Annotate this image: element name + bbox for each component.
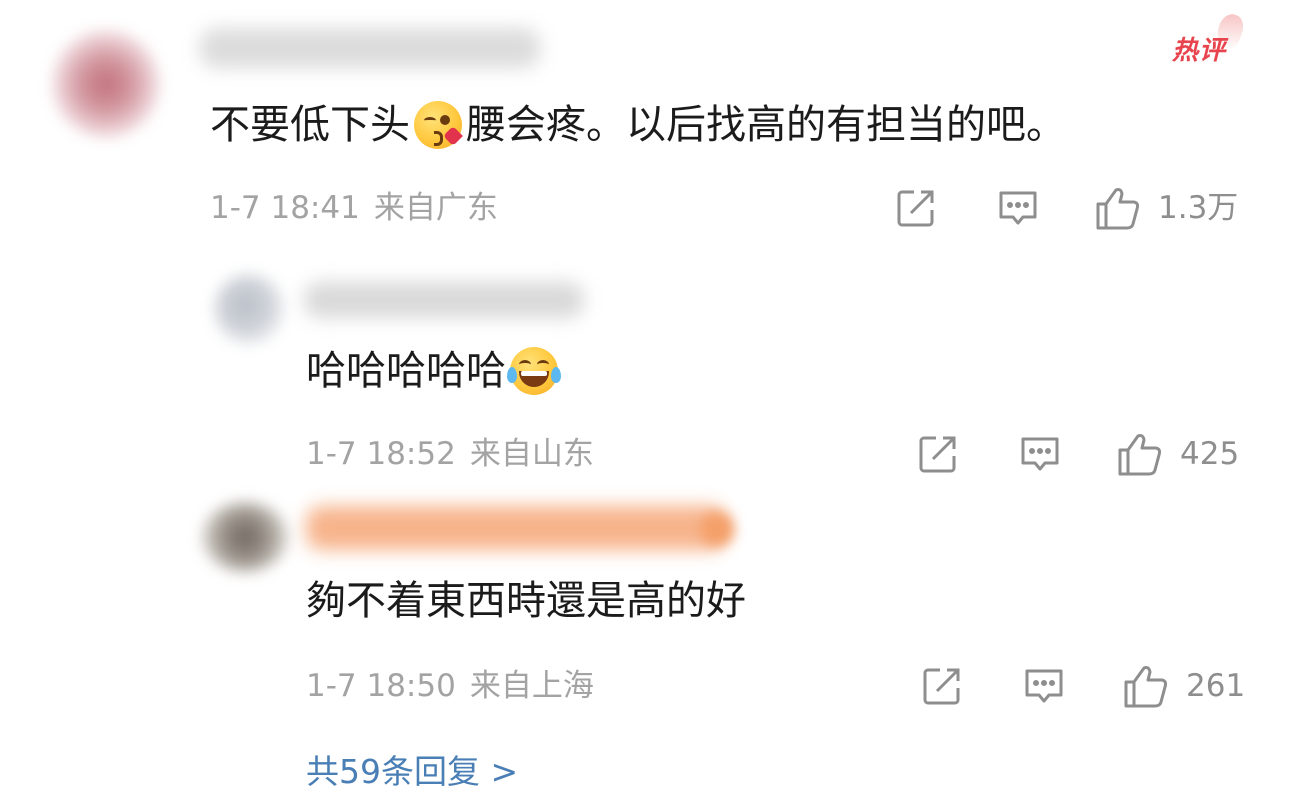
laughing-tears-emoji-icon <box>507 347 561 395</box>
reply-avatar[interactable] <box>214 274 284 344</box>
main-comment-text: 不要低下头 腰会疼。以后找高的有担当的吧。 <box>210 100 1066 150</box>
view-all-replies-link[interactable]: 共59条回复 > <box>306 752 518 792</box>
reply-location: 来自上海 <box>469 668 594 704</box>
reply-meta: 1-7 18:50 来自上海 <box>306 668 594 704</box>
hot-comment-badge: 热评 <box>1172 36 1227 66</box>
share-icon[interactable] <box>920 664 964 708</box>
commenter-name-blurred[interactable] <box>200 28 540 68</box>
kissing-heart-emoji-icon <box>414 101 463 149</box>
commenter-avatar[interactable] <box>52 30 160 138</box>
reply-date: 1-7 18:52 <box>306 436 456 472</box>
reply-text: 夠不着東西時還是高的好 <box>306 576 746 626</box>
comment-icon[interactable] <box>996 186 1040 230</box>
like-count: 425 <box>1180 436 1240 472</box>
reply-text: 哈哈哈哈哈 <box>306 346 562 396</box>
share-icon[interactable] <box>916 432 960 476</box>
reply-text-content: 夠不着東西時還是高的好 <box>306 578 746 624</box>
reply-avatar[interactable] <box>202 502 288 572</box>
share-icon[interactable] <box>894 186 938 230</box>
comment-icon[interactable] <box>1018 432 1062 476</box>
user-badge-icon <box>700 512 734 546</box>
like-count: 1.3万 <box>1158 190 1239 226</box>
comment-icon[interactable] <box>1022 664 1066 708</box>
reply-text-content: 哈哈哈哈哈 <box>306 348 506 394</box>
main-comment-meta: 1-7 18:41 来自广东 <box>210 190 498 226</box>
reply-name-blurred[interactable] <box>306 506 726 550</box>
like-icon[interactable] <box>1094 184 1142 232</box>
reply-location: 来自山东 <box>469 436 594 472</box>
reply-meta: 1-7 18:52 来自山东 <box>306 436 594 472</box>
like-count: 261 <box>1186 668 1246 704</box>
reply-date: 1-7 18:50 <box>306 668 456 704</box>
main-comment-text-part1: 不要低下头 <box>210 102 410 148</box>
comment-location: 来自广东 <box>373 190 498 226</box>
reply-name-blurred[interactable] <box>304 282 584 318</box>
main-comment-text-part2: 腰会疼。以后找高的有担当的吧。 <box>466 102 1066 148</box>
like-icon[interactable] <box>1116 430 1164 478</box>
comment-date: 1-7 18:41 <box>210 190 360 226</box>
like-icon[interactable] <box>1122 662 1170 710</box>
